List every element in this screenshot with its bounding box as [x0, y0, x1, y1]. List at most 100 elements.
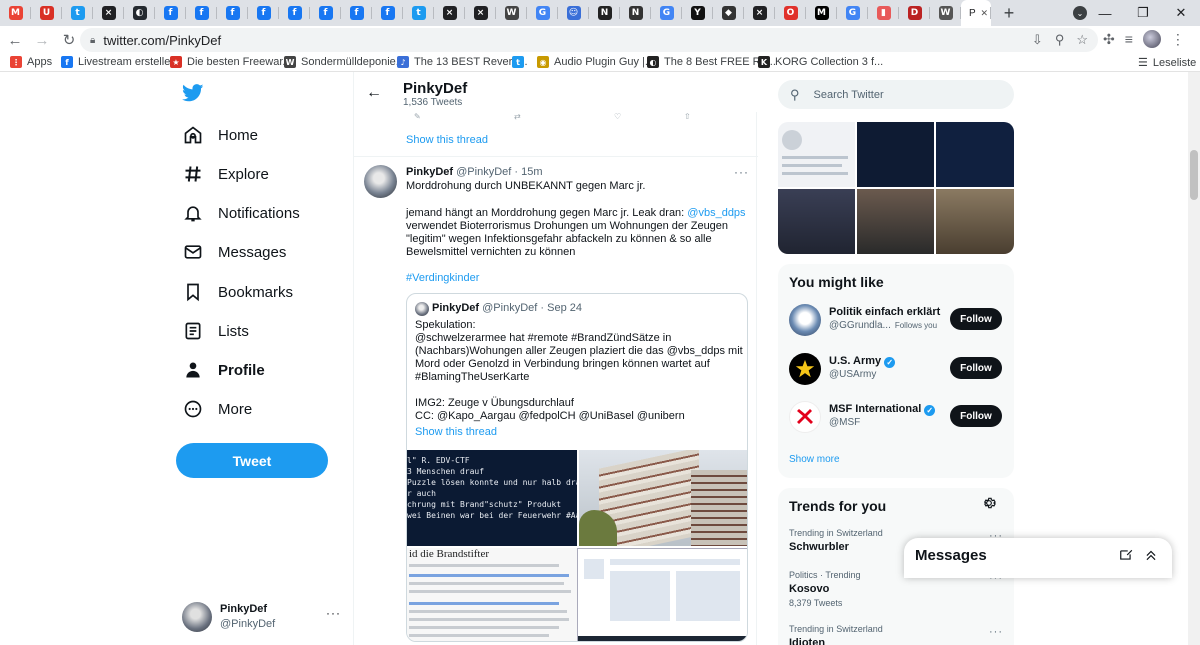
media-thumb[interactable]: [778, 189, 855, 254]
tab[interactable]: ×: [465, 0, 496, 26]
more-dots-icon[interactable]: ···: [326, 606, 341, 620]
back-icon[interactable]: ←: [3, 32, 27, 49]
media-thumb[interactable]: [857, 122, 934, 187]
media-thumb[interactable]: [857, 189, 934, 254]
tab[interactable]: f: [279, 0, 310, 26]
bookmark-item[interactable]: K KORG Collection 3 f...: [758, 56, 883, 68]
tab[interactable]: G: [837, 0, 868, 26]
tab[interactable]: t: [62, 0, 93, 26]
show-thread-link[interactable]: Show this thread: [406, 134, 488, 146]
account-switcher[interactable]: PinkyDef @PinkyDef ···: [182, 602, 342, 632]
tweet-hashtag[interactable]: #Verdingkinder: [406, 272, 751, 285]
tab[interactable]: ×: [434, 0, 465, 26]
avatar[interactable]: [789, 401, 821, 433]
bookmark-item[interactable]: f Livestream erstellen: [61, 56, 176, 68]
tab[interactable]: f: [248, 0, 279, 26]
tab[interactable]: f: [217, 0, 248, 26]
quoted-tweet[interactable]: PinkyDef @PinkyDef · Sep 24 Spekulation:…: [406, 293, 748, 642]
tab[interactable]: N: [589, 0, 620, 26]
tweet-author-handle[interactable]: @PinkyDef: [456, 166, 511, 178]
tab[interactable]: ☺: [558, 0, 589, 26]
gear-icon[interactable]: [982, 496, 996, 515]
nav-item-notifications[interactable]: Notifications: [182, 198, 300, 228]
tweet-button[interactable]: Tweet: [176, 443, 328, 478]
nav-item-explore[interactable]: Explore: [182, 159, 269, 189]
quote-image-document[interactable]: id die Brandstifter: [407, 548, 747, 641]
tab[interactable]: f: [372, 0, 403, 26]
bookmark-item[interactable]: ◉ Audio Plugin Guy |...: [537, 56, 654, 68]
nav-item-more[interactable]: More: [182, 394, 252, 424]
bookmark-item[interactable]: t: [512, 56, 524, 68]
avatar[interactable]: [789, 304, 821, 336]
tweet-mention[interactable]: @vbs_ddps: [687, 207, 745, 219]
tweet-time[interactable]: 15m: [521, 166, 542, 178]
tab[interactable]: U: [31, 0, 62, 26]
tab[interactable]: t: [403, 0, 434, 26]
nav-item-profile[interactable]: Profile: [182, 355, 265, 385]
tab[interactable]: D: [899, 0, 930, 26]
suggestion-row[interactable]: U.S. Army ✓ @USArmy Follow: [789, 353, 1003, 389]
tweet-more-icon[interactable]: ···: [734, 165, 749, 179]
tab[interactable]: G: [651, 0, 682, 26]
avatar[interactable]: [789, 353, 821, 385]
forward-icon[interactable]: →: [30, 32, 54, 49]
address-bar[interactable]: 🔒︎ twitter.com/PinkyDef ⇩ ⚲ ☆: [80, 28, 1098, 52]
bookmark-item[interactable]: ♪ The 13 BEST Reverb...: [397, 56, 528, 68]
profile-avatar[interactable]: [1142, 30, 1161, 48]
quote-show-thread-link[interactable]: Show this thread: [415, 426, 497, 438]
tab[interactable]: N: [620, 0, 651, 26]
media-icon[interactable]: ≡: [1125, 31, 1133, 47]
show-more-link[interactable]: Show more: [789, 454, 840, 465]
nav-item-home[interactable]: Home: [182, 120, 258, 150]
tab[interactable]: Y: [682, 0, 713, 26]
media-thumb[interactable]: [936, 122, 1014, 187]
back-arrow-icon[interactable]: ←: [366, 84, 382, 102]
tab[interactable]: f: [310, 0, 341, 26]
star-bookmark-icon[interactable]: ☆: [1076, 32, 1088, 48]
tab[interactable]: W: [496, 0, 527, 26]
close-window-icon[interactable]: ✕: [1162, 5, 1200, 21]
tab[interactable]: f: [186, 0, 217, 26]
avatar[interactable]: [364, 165, 397, 198]
install-icon[interactable]: ⇩: [1032, 32, 1043, 48]
nav-item-lists[interactable]: Lists: [182, 316, 249, 346]
trend-more-icon[interactable]: ···: [989, 626, 1003, 638]
minimize-icon[interactable]: —: [1086, 6, 1124, 21]
tab[interactable]: ◆: [713, 0, 744, 26]
maximize-icon[interactable]: ❐: [1124, 5, 1162, 21]
reload-icon[interactable]: ↻: [57, 31, 81, 49]
tab[interactable]: M: [806, 0, 837, 26]
tab[interactable]: M: [0, 0, 31, 26]
quote-image-terminal[interactable]: l" R. EDV-CTF 3 Menschen drauf Puzzle lös…: [407, 450, 577, 546]
bookmark-item[interactable]: ★ Die besten Freewar...: [170, 56, 292, 68]
tab[interactable]: ×: [93, 0, 124, 26]
scrollbar-thumb[interactable]: [1190, 150, 1198, 200]
suggestion-row[interactable]: Politik einfach erklärt @GGrundla... Follo…: [789, 304, 1003, 340]
tab[interactable]: f: [155, 0, 186, 26]
page-scrollbar[interactable]: [1188, 72, 1200, 645]
media-thumb[interactable]: [936, 189, 1014, 254]
zoom-icon[interactable]: ⚲: [1055, 32, 1065, 48]
close-tab-icon[interactable]: ✕: [980, 8, 988, 19]
follow-button[interactable]: Follow: [950, 405, 1002, 427]
messages-drawer[interactable]: Messages: [904, 538, 1172, 578]
quote-image-building[interactable]: [579, 450, 747, 546]
tab[interactable]: f: [341, 0, 372, 26]
suggestion-row[interactable]: MSF International ✓ @MSF Follow: [789, 401, 1003, 437]
twitter-logo-icon[interactable]: [182, 84, 204, 107]
tab[interactable]: G: [527, 0, 558, 26]
search-input[interactable]: ⚲ Search Twitter: [778, 80, 1014, 109]
new-tab-button[interactable]: +: [999, 3, 1019, 24]
bookmark-item[interactable]: ◐ The 8 Best FREE Re...: [647, 56, 776, 68]
trend-item[interactable]: Trending in Switzerland Idioten ···: [789, 624, 1003, 645]
media-thumb[interactable]: [778, 122, 855, 187]
tab-active[interactable]: P ✕: [961, 0, 991, 26]
expand-icon[interactable]: [1144, 548, 1158, 567]
bookmark-item[interactable]: ⋮ Apps: [10, 56, 52, 68]
bookmark-item[interactable]: W Sondermülldeponie...: [284, 56, 405, 68]
follow-button[interactable]: Follow: [950, 308, 1002, 330]
tweet-author-name[interactable]: PinkyDef: [406, 166, 453, 178]
reading-list[interactable]: ☰ Leseliste: [1138, 56, 1196, 70]
nav-item-bookmarks[interactable]: Bookmarks: [182, 277, 293, 307]
chrome-menu-icon[interactable]: ⋮: [1171, 31, 1185, 48]
